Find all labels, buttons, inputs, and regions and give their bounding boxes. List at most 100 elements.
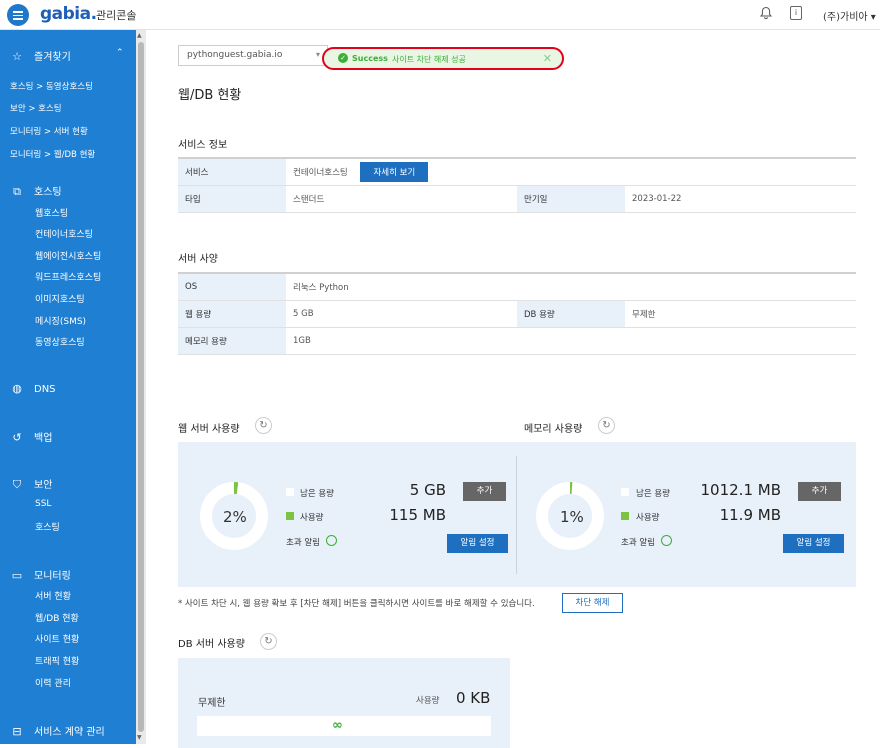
chevron-up-icon[interactable]: ⌃ (116, 48, 124, 58)
sidebar-item-history[interactable]: 이력 관리 (35, 676, 71, 689)
sidebar-item-sms[interactable]: 메시징(SMS) (35, 314, 86, 327)
favorite-item[interactable]: 보안 > 호스팅 (10, 102, 62, 114)
infinity-icon: ∞ (332, 718, 343, 733)
sidebar-monitoring[interactable]: ▭ 모니터링 (10, 567, 71, 582)
service-label: 서비스 (178, 157, 286, 186)
server-spec-table: OS 리눅스 Python 웹 용량 5 GB DB 용량 무제한 메모리 용량… (178, 272, 856, 355)
sidebar-item-video-hosting[interactable]: 동영상호스팅 (35, 335, 85, 348)
sidebar-dns[interactable]: ◍ DNS (10, 382, 55, 395)
toast-message: 사이트 차단 해제 성공 (392, 55, 466, 64)
console-title: 관리콘솔 (96, 9, 137, 22)
scroll-up-icon[interactable]: ▲ (137, 32, 142, 39)
expire-label: 만기일 (517, 184, 625, 213)
copy-icon: ⧉ (13, 185, 21, 198)
web-usage-title: 웹 서버 사용량 (178, 424, 240, 435)
used-label: 사용량 (300, 513, 324, 523)
favorite-item[interactable]: 모니터링 > 서버 현황 (10, 125, 88, 137)
favorite-item[interactable]: 호스팅 > 동영상호스팅 (10, 80, 93, 92)
alert-label: 초과 알림 (621, 538, 655, 548)
toast-title: Success (352, 54, 388, 63)
sidebar-item-webdb-status[interactable]: 웹/DB 현황 (35, 611, 79, 624)
web-usage-percent: 2% (223, 508, 247, 526)
sidebar-item-site-status[interactable]: 사이트 현황 (35, 632, 79, 645)
main-content: pythonguest.gabia.io ▾ ✓ Success 사이트 차단 해… (146, 30, 880, 748)
sidebar-hosting[interactable]: ⧉ 호스팅 (10, 183, 62, 199)
detail-button[interactable]: 자세히 보기 (360, 161, 429, 182)
type-label: 타입 (178, 184, 286, 213)
bell-icon[interactable] (758, 6, 774, 22)
favorite-item[interactable]: 모니터링 > 웹/DB 현황 (10, 148, 95, 160)
db-used-label: 사용량 (416, 696, 440, 706)
type-value: 스탠더드 (286, 184, 517, 213)
web-add-button[interactable]: 추가 (463, 482, 506, 501)
refresh-icon[interactable]: ↻ (260, 633, 277, 650)
sidebar-item-traffic-status[interactable]: 트래픽 현황 (35, 654, 79, 667)
service-value: 컨테이너호스팅 자세히 보기 (286, 157, 856, 186)
chevron-down-icon: ▾ (315, 50, 320, 59)
status-ok-icon (661, 535, 672, 546)
remain-legend (286, 488, 294, 496)
memory-capacity-value: 1GB (286, 326, 856, 355)
sidebar-item-image-hosting[interactable]: 이미지호스팅 (35, 292, 85, 305)
scroll-down-icon[interactable]: ▼ (137, 734, 142, 741)
web-capacity-label: 웹 용량 (178, 299, 286, 328)
page-title: 웹/DB 현황 (178, 88, 242, 103)
unblock-note: * 사이트 차단 시, 웹 용량 확보 후 [차단 해제] 버튼을 클릭하시면 … (178, 599, 535, 609)
logo[interactable]: gabia. (40, 4, 97, 24)
sidebar: ☆ 즐겨찾기 ⌃ 호스팅 > 동영상호스팅 보안 > 호스팅 모니터링 > 서버 … (0, 30, 136, 744)
web-used-value: 115 MB (389, 506, 446, 524)
memory-usage-title: 메모리 사용량 (524, 424, 583, 435)
service-info-table: 서비스 컨테이너호스팅 자세히 보기 타입 스탠더드 만기일 2023-01-2… (178, 157, 856, 213)
sidebar-item-agency-hosting[interactable]: 웹에이전시호스팅 (35, 249, 101, 262)
document-icon[interactable]: i (790, 6, 802, 20)
web-remain-value: 5 GB (409, 481, 446, 499)
db-usage-bar (197, 716, 491, 736)
db-capacity: 무제한 (198, 698, 226, 709)
scrollbar-thumb[interactable] (138, 42, 144, 732)
memory-capacity-label: 메모리 용량 (178, 326, 286, 355)
top-bar: gabia. 관리콘솔 i (주)가비아 ▾ (0, 0, 880, 30)
unblock-button[interactable]: 차단 해제 (562, 593, 623, 613)
os-value: 리눅스 Python (286, 272, 856, 301)
remain-legend (621, 488, 629, 496)
company-menu[interactable]: (주)가비아 ▾ (823, 8, 876, 23)
sidebar-backup[interactable]: ↺ 백업 (10, 429, 52, 444)
service-info-title: 서비스 정보 (178, 140, 228, 151)
sidebar-item-server-status[interactable]: 서버 현황 (35, 589, 71, 602)
os-label: OS (178, 272, 286, 301)
sidebar-item-security-hosting[interactable]: 호스팅 (35, 520, 60, 533)
memory-used-value: 11.9 MB (719, 506, 781, 524)
alert-label: 초과 알림 (286, 538, 320, 548)
memory-add-button[interactable]: 추가 (798, 482, 841, 501)
used-legend (621, 512, 629, 520)
web-alert-settings-button[interactable]: 알림 설정 (447, 534, 508, 553)
db-usage-title: DB 서버 사용량 (178, 639, 245, 650)
shield-icon: ⛉ (12, 478, 22, 491)
expire-value: 2023-01-22 (625, 184, 856, 213)
contract-icon: ⊟ (12, 725, 22, 738)
sidebar-item-wordpress-hosting[interactable]: 워드프레스호스팅 (35, 270, 101, 283)
memory-usage-percent: 1% (560, 508, 584, 526)
db-capacity-value: 무제한 (625, 299, 856, 328)
refresh-icon[interactable]: ↻ (598, 417, 615, 434)
divider (516, 456, 517, 574)
remain-label: 남은 용량 (300, 489, 334, 499)
sidebar-security[interactable]: ⛉ 보안 (10, 476, 53, 492)
close-icon[interactable]: ✕ (543, 52, 552, 65)
refresh-icon[interactable]: ↻ (255, 417, 272, 434)
server-spec-title: 서버 사양 (178, 254, 218, 265)
check-icon: ✓ (338, 53, 348, 63)
menu-icon[interactable] (7, 4, 29, 26)
sidebar-item-web-hosting[interactable]: 웹호스팅 (35, 206, 68, 219)
db-used-value: 0 KB (456, 689, 491, 707)
sidebar-item-ssl[interactable]: SSL (35, 499, 51, 509)
sidebar-item-container-hosting[interactable]: 컨테이너호스팅 (35, 227, 93, 240)
sidebar-favorites[interactable]: ☆ 즐겨찾기 (10, 48, 71, 63)
star-icon: ☆ (12, 50, 22, 63)
status-ok-icon (326, 535, 337, 546)
sidebar-contract[interactable]: ⊟ 서비스 계약 관리 (10, 723, 104, 738)
web-capacity-value: 5 GB (286, 299, 517, 328)
db-capacity-label: DB 용량 (517, 299, 625, 328)
domain-select[interactable]: pythonguest.gabia.io ▾ (178, 45, 328, 66)
memory-alert-settings-button[interactable]: 알림 설정 (783, 534, 844, 553)
